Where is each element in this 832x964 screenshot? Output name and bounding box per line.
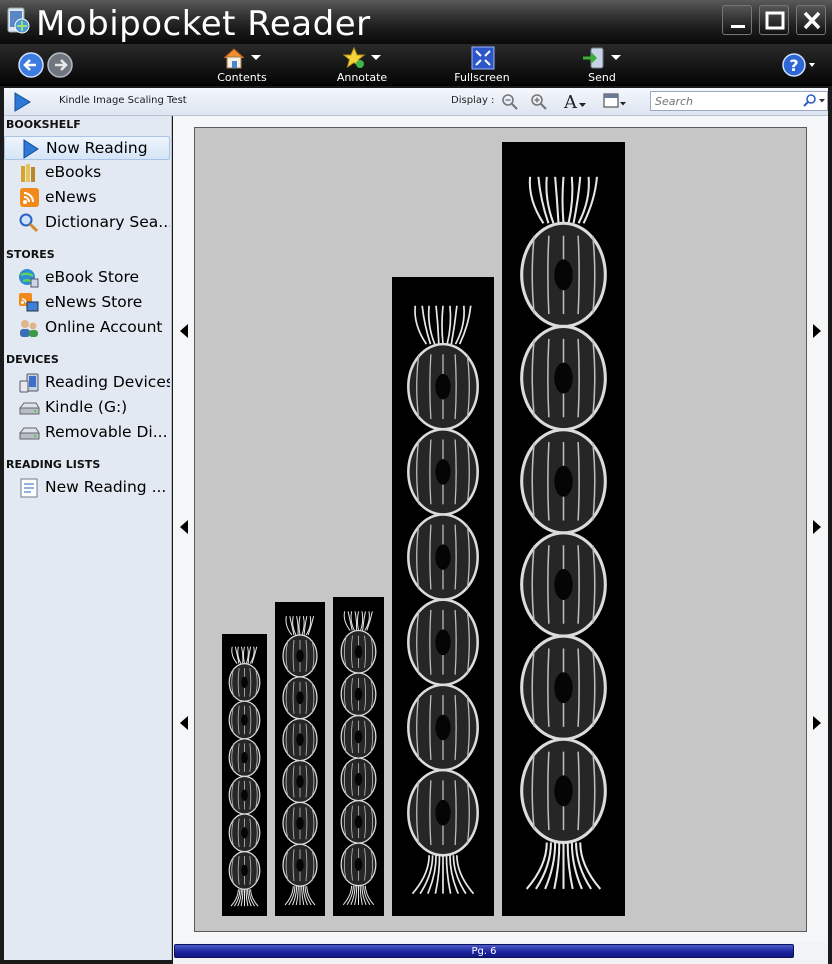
play-icon[interactable] (12, 92, 32, 116)
sidebar-item-now-reading[interactable]: Now Reading (4, 136, 170, 160)
fullscreen-label: Fullscreen (454, 71, 510, 84)
mobipocket-app-icon[interactable] (4, 6, 32, 36)
list-icon (18, 478, 40, 498)
sidebar-item-dictionary-search[interactable]: Dictionary Sea... (4, 211, 170, 235)
rope-image-5 (502, 142, 625, 916)
reading-address-bar: Kindle Image Scaling Test Display : A (4, 88, 828, 116)
annotate-button[interactable]: Annotate (317, 46, 407, 86)
book-title: Kindle Image Scaling Test (59, 95, 187, 106)
search-box (650, 91, 828, 111)
sidebar-item-enews-store[interactable]: eNews Store (4, 291, 170, 315)
page-progress-bar[interactable]: Pg. 6 (174, 944, 794, 958)
send-device-icon (583, 47, 621, 69)
previous-page-arrow-icon[interactable] (178, 323, 190, 339)
sidebar-item-label: New Reading ... (45, 478, 167, 496)
annotate-label: Annotate (336, 71, 388, 84)
sidebar-item-kindle-drive[interactable]: Kindle (G:) (4, 396, 170, 420)
books-icon (18, 163, 40, 183)
sidebar-item-online-account[interactable]: Online Account (4, 316, 170, 340)
sidebar-item-reading-devices[interactable]: Reading Devices (4, 371, 170, 395)
main-toolbar (0, 44, 832, 86)
contents-label: Contents (217, 71, 267, 84)
home-icon (223, 48, 261, 69)
section-reading-lists: READING LISTS (6, 458, 101, 471)
sidebar-item-label: Now Reading (46, 139, 148, 157)
svg-text:?: ? (789, 56, 798, 75)
search-input[interactable] (655, 93, 795, 109)
layout-icon[interactable] (602, 92, 628, 114)
previous-page-arrow-icon[interactable] (178, 519, 190, 535)
sidebar: BOOKSHELF Now Reading eBooks eNews Dicti… (4, 116, 172, 960)
removable-drive-icon (18, 423, 40, 443)
page-number: Pg. 6 (471, 946, 497, 957)
forward-arrow-icon (47, 52, 73, 78)
devices-icon (18, 373, 40, 393)
send-label: Send (588, 71, 616, 84)
display-label: Display : (451, 95, 495, 106)
close-button[interactable] (796, 5, 826, 35)
zoom-out-icon[interactable] (501, 93, 519, 115)
sidebar-item-label: eNews (45, 188, 97, 206)
rope-image-3 (333, 597, 384, 916)
rope-image-4 (392, 277, 494, 916)
contents-button[interactable]: Contents (197, 46, 287, 86)
section-devices: DEVICES (6, 353, 59, 366)
window-title: Mobipocket Reader (36, 4, 371, 44)
help-button[interactable]: ? (782, 52, 818, 78)
rope-image-1 (222, 634, 267, 916)
rss-store-icon (18, 293, 40, 313)
sidebar-item-enews[interactable]: eNews (4, 186, 170, 210)
svg-text:A: A (563, 92, 578, 112)
globe-icon (18, 268, 40, 288)
previous-page-arrow-icon[interactable] (178, 715, 190, 731)
maximize-button[interactable] (759, 5, 789, 35)
rope-image-2 (275, 602, 325, 916)
zoom-in-icon[interactable] (530, 93, 548, 115)
sidebar-item-label: Reading Devices (45, 373, 170, 391)
sidebar-item-label: Removable Di... (45, 423, 168, 441)
fullscreen-icon (471, 46, 495, 70)
rss-icon (18, 188, 40, 208)
help-icon: ? (782, 53, 815, 77)
back-arrow-icon (18, 52, 44, 78)
sidebar-item-ebook-store[interactable]: eBook Store (4, 266, 170, 290)
drive-icon (18, 398, 40, 418)
sidebar-item-ebooks[interactable]: eBooks (4, 161, 170, 185)
search-icon[interactable] (801, 93, 827, 113)
sidebar-item-label: Dictionary Sea... (45, 213, 170, 231)
sidebar-item-label: eNews Store (45, 293, 143, 311)
next-page-arrow-icon[interactable] (811, 323, 823, 339)
minimize-button[interactable] (722, 5, 752, 35)
star-annotate-icon (342, 46, 381, 69)
back-button[interactable] (18, 52, 44, 78)
fullscreen-button[interactable]: Fullscreen (437, 46, 527, 86)
font-size-icon[interactable]: A (562, 90, 588, 116)
sidebar-item-removable-disk[interactable]: Removable Di... (4, 421, 170, 445)
sidebar-item-label: eBooks (45, 163, 102, 181)
users-icon (18, 318, 40, 338)
title-bar: Mobipocket Reader (0, 0, 832, 44)
sidebar-item-new-reading-list[interactable]: New Reading ... (4, 476, 170, 500)
sidebar-item-label: eBook Store (45, 268, 140, 286)
magnifier-icon (18, 213, 40, 233)
sidebar-item-label: Online Account (45, 318, 163, 336)
next-page-arrow-icon[interactable] (811, 715, 823, 731)
section-stores: STORES (6, 248, 55, 261)
section-bookshelf: BOOKSHELF (6, 118, 81, 131)
send-button[interactable]: Send (557, 46, 647, 86)
forward-button[interactable] (47, 52, 73, 78)
next-page-arrow-icon[interactable] (811, 519, 823, 535)
play-icon (19, 139, 41, 159)
sidebar-item-label: Kindle (G:) (45, 398, 128, 416)
